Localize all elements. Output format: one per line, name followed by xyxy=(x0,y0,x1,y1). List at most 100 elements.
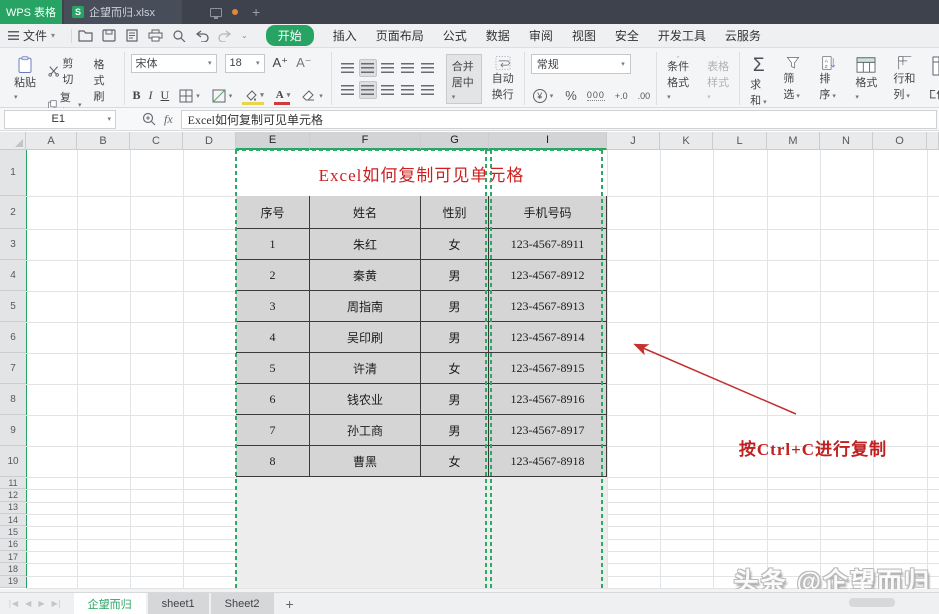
table-cell[interactable]: 男 xyxy=(421,322,489,353)
wrap-text-button[interactable]: 自动换行 xyxy=(488,54,518,104)
decrease-indent-button[interactable] xyxy=(399,59,417,77)
column-header-G[interactable]: G xyxy=(421,132,489,150)
table-cell[interactable]: 123-4567-8913 xyxy=(489,291,607,322)
row-header-8[interactable]: 8 xyxy=(0,384,26,415)
export-icon[interactable] xyxy=(125,29,139,42)
column-header-N[interactable]: N xyxy=(820,132,873,150)
cut-button[interactable]: 剪切 xyxy=(46,54,84,88)
column-header-B[interactable]: B xyxy=(77,132,130,150)
row-header-17[interactable]: 17 xyxy=(0,551,26,564)
column-header-E[interactable]: E xyxy=(236,132,310,150)
justify-button[interactable] xyxy=(399,81,417,99)
percent-button[interactable]: % xyxy=(565,88,577,103)
menu-tab-云服务[interactable]: 云服务 xyxy=(725,27,761,44)
sheet-tab-sheet1[interactable]: sheet1 xyxy=(147,593,209,614)
table-cell[interactable]: 男 xyxy=(421,384,489,415)
file-menu-button[interactable]: 文件 ▾ xyxy=(0,27,65,44)
thousands-button[interactable]: 000 xyxy=(586,90,605,101)
row-header-13[interactable]: 13 xyxy=(0,501,26,514)
fill-color-button[interactable]: ▾ xyxy=(242,89,266,105)
row-header-3[interactable]: 3 xyxy=(0,229,26,260)
borders-button[interactable]: ▾ xyxy=(177,88,202,104)
row-header-15[interactable]: 15 xyxy=(0,526,26,539)
add-sheet-button[interactable]: + xyxy=(276,593,304,614)
select-all-corner[interactable] xyxy=(0,132,26,150)
insert-function-icon[interactable]: fx xyxy=(164,112,173,127)
table-cell[interactable]: 1 xyxy=(236,229,310,260)
column-header-I[interactable]: I xyxy=(489,132,607,150)
align-center-button[interactable] xyxy=(358,80,377,99)
table-cell[interactable]: 朱红 xyxy=(310,229,421,260)
column-header-C[interactable]: C xyxy=(130,132,183,150)
row-header-19[interactable]: 19 xyxy=(0,575,26,588)
column-header-L[interactable]: L xyxy=(713,132,767,150)
row-header-18[interactable]: 18 xyxy=(0,563,26,576)
column-header-O[interactable]: O xyxy=(873,132,927,150)
align-top-button[interactable] xyxy=(339,59,357,77)
clear-format-button[interactable]: ▾ xyxy=(300,89,325,103)
number-format-select[interactable]: 常规 ▾ xyxy=(530,53,631,74)
table-cell[interactable]: 123-4567-8917 xyxy=(489,415,607,446)
table-header-cell[interactable]: 序号 xyxy=(236,196,310,229)
font-color-button[interactable]: A ▾ xyxy=(273,89,292,105)
merge-center-button[interactable]: 合并居中 ▾ xyxy=(445,53,482,104)
menu-tab-开发工具[interactable]: 开发工具 xyxy=(658,27,706,44)
menu-tab-数据[interactable]: 数据 xyxy=(486,27,510,44)
column-header-M[interactable]: M xyxy=(767,132,820,150)
row-header-1[interactable]: 1 xyxy=(0,150,26,196)
formula-input[interactable]: Excel如何复制可见单元格 xyxy=(180,109,937,129)
sheet-tab-Sheet2[interactable]: Sheet2 xyxy=(210,593,274,614)
font-size-select[interactable]: 18 ▾ xyxy=(224,53,265,73)
table-cell[interactable]: 曹黑 xyxy=(310,446,421,477)
undo-icon[interactable] xyxy=(195,29,209,42)
table-cell[interactable]: 孙工商 xyxy=(310,415,421,446)
column-header-A[interactable]: A xyxy=(26,132,77,150)
increase-decimal-button[interactable]: +.0 xyxy=(615,91,628,101)
table-cell[interactable]: 3 xyxy=(236,291,310,322)
shrink-font-button[interactable]: A⁻ xyxy=(296,55,312,71)
menu-tab-公式[interactable]: 公式 xyxy=(443,27,467,44)
table-cell[interactable]: 4 xyxy=(236,322,310,353)
menu-tab-安全[interactable]: 安全 xyxy=(615,27,639,44)
table-cell[interactable]: 6 xyxy=(236,384,310,415)
preview-icon[interactable] xyxy=(172,29,186,42)
column-header-K[interactable]: K xyxy=(660,132,713,150)
row-header-10[interactable]: 10 xyxy=(0,446,26,477)
table-cell[interactable]: 123-4567-8912 xyxy=(489,260,607,291)
device-sync-icon[interactable] xyxy=(210,7,222,19)
column-header-partial[interactable] xyxy=(927,132,939,150)
save-icon[interactable] xyxy=(102,29,116,42)
table-cell[interactable]: 123-4567-8911 xyxy=(489,229,607,260)
table-header-cell[interactable]: 姓名 xyxy=(310,196,421,229)
row-header-14[interactable]: 14 xyxy=(0,514,26,527)
italic-button[interactable]: I xyxy=(149,88,153,103)
column-header-D[interactable]: D xyxy=(183,132,236,150)
increase-indent-button[interactable] xyxy=(419,59,437,77)
redo-icon[interactable] xyxy=(218,29,232,42)
table-cell[interactable]: 秦黄 xyxy=(310,260,421,291)
row-header-5[interactable]: 5 xyxy=(0,291,26,322)
row-header-9[interactable]: 9 xyxy=(0,415,26,446)
title-cell[interactable]: Excel如何复制可见单元格 xyxy=(236,150,607,196)
first-sheet-icon[interactable]: ∣◀ xyxy=(8,599,18,608)
menu-tab-视图[interactable]: 视图 xyxy=(572,27,596,44)
sheet-tab-企望而归[interactable]: 企望而归 xyxy=(73,593,146,614)
align-bottom-button[interactable] xyxy=(379,59,397,77)
font-name-select[interactable]: 宋体 ▾ xyxy=(130,53,217,73)
column-header-F[interactable]: F xyxy=(310,132,421,150)
menu-tab-插入[interactable]: 插入 xyxy=(333,27,357,44)
open-icon[interactable] xyxy=(78,29,93,42)
row-header-6[interactable]: 6 xyxy=(0,322,26,353)
table-cell[interactable]: 123-4567-8918 xyxy=(489,446,607,477)
format-painter-button[interactable]: 格式刷 xyxy=(90,54,118,104)
table-cell[interactable]: 123-4567-8915 xyxy=(489,353,607,384)
column-header-J[interactable]: J xyxy=(607,132,660,150)
table-cell[interactable]: 男 xyxy=(421,291,489,322)
table-header-cell[interactable]: 性别 xyxy=(421,196,489,229)
table-header-cell[interactable]: 手机号码 xyxy=(489,196,607,229)
table-cell[interactable]: 5 xyxy=(236,353,310,384)
horizontal-scrollbar-thumb[interactable] xyxy=(849,598,895,607)
menu-tab-审阅[interactable]: 审阅 xyxy=(529,27,553,44)
row-header-12[interactable]: 12 xyxy=(0,489,26,502)
print-icon[interactable] xyxy=(148,29,163,42)
